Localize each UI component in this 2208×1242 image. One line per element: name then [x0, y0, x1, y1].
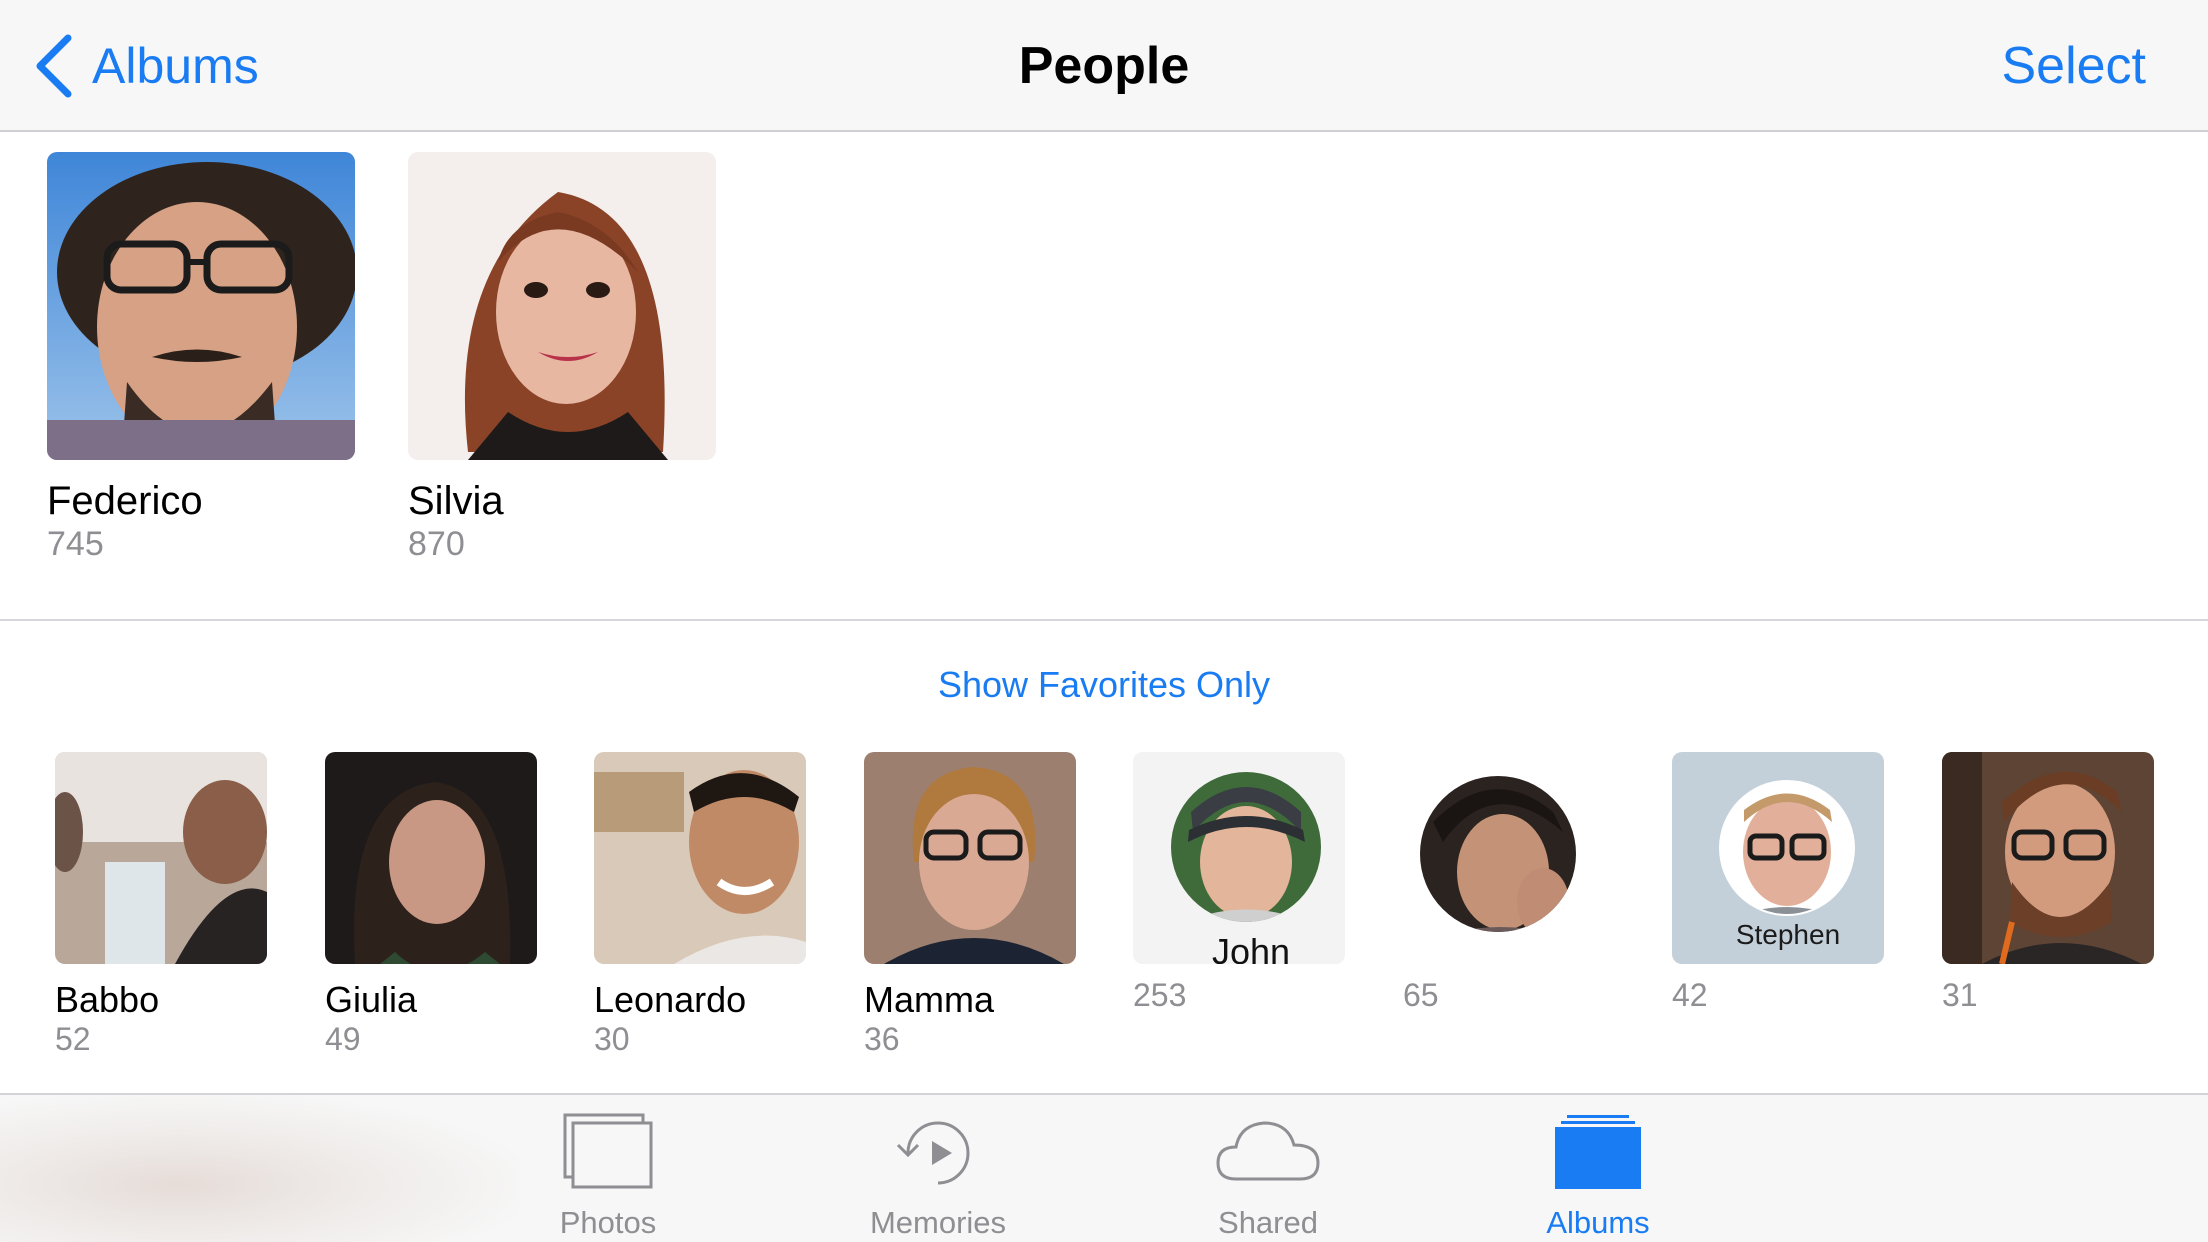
person-name: Mamma [864, 979, 995, 1020]
favorite-person-card[interactable]: Silvia 870 [408, 152, 716, 564]
photo-text-john: John [1212, 931, 1290, 964]
memories-icon [896, 1121, 970, 1185]
photo-count: 745 [47, 525, 104, 563]
albums-icon [1555, 1115, 1641, 1189]
person-card[interactable]: Mamma 36 [864, 752, 1076, 1058]
photo-count: 30 [594, 1021, 630, 1057]
photo-count: 42 [1672, 977, 1708, 1013]
background-blur [0, 1095, 520, 1242]
person-photo [47, 152, 355, 460]
person-photo [1942, 752, 2154, 964]
show-favorites-only-button[interactable]: Show Favorites Only [938, 664, 1270, 705]
tab-photos[interactable]: Photos [498, 1095, 718, 1242]
photo-count: 65 [1403, 977, 1439, 1013]
person-name: Leonardo [594, 979, 747, 1020]
shared-cloud-icon [1216, 1121, 1320, 1181]
photo-count: 36 [864, 1021, 900, 1057]
photos-icon [563, 1113, 653, 1189]
chevron-left-icon [36, 34, 72, 98]
person-name: Babbo [55, 979, 160, 1020]
photo-count: 870 [408, 525, 465, 563]
tab-albums[interactable]: Albums [1488, 1095, 1708, 1242]
photo-text-stephen: Stephen [1736, 919, 1840, 950]
person-photo [864, 752, 1076, 964]
person-card[interactable]: John 253 [1133, 752, 1345, 1014]
select-button[interactable]: Select [2001, 36, 2146, 96]
tab-shared[interactable]: Shared [1158, 1095, 1378, 1242]
back-button-label: Albums [92, 38, 259, 94]
photo-count: 31 [1942, 977, 1978, 1013]
person-card[interactable]: Stephen 42 [1672, 752, 1884, 1014]
person-photo: John [1133, 752, 1345, 964]
back-button[interactable]: Albums [34, 30, 259, 102]
tab-bar: Photos Memories Shared Albums [0, 1093, 2208, 1242]
tab-label: Shared [1218, 1205, 1318, 1240]
person-card[interactable]: Leonardo 30 [594, 752, 806, 1058]
show-favorites-only-link-row: Show Favorites Only [0, 664, 2208, 706]
person-name: Giulia [325, 979, 418, 1020]
person-card[interactable]: Babbo 52 [55, 752, 267, 1058]
person-photo: Stephen [1672, 752, 1884, 964]
person-name: Silvia [408, 479, 504, 523]
photo-count: 253 [1133, 977, 1187, 1013]
page-title: People [1018, 37, 1190, 95]
photo-count: 52 [55, 1021, 91, 1057]
person-photo [325, 752, 537, 964]
person-card[interactable]: 31 [1942, 752, 2154, 1014]
person-name: Federico [47, 479, 203, 523]
person-photo [1403, 752, 1615, 964]
tab-label: Albums [1546, 1205, 1650, 1240]
navigation-bar: Albums People Select [0, 0, 2208, 132]
person-photo [594, 752, 806, 964]
favorite-person-card[interactable]: Federico 745 [47, 152, 355, 564]
photo-count: 49 [325, 1021, 361, 1057]
tab-memories[interactable]: Memories [828, 1095, 1048, 1242]
person-card[interactable]: Giulia 49 [325, 752, 537, 1058]
section-divider [0, 619, 2208, 621]
person-card[interactable]: 65 [1403, 752, 1615, 1014]
person-photo [408, 152, 716, 460]
tab-label: Memories [869, 1205, 1007, 1240]
person-photo [55, 752, 267, 964]
tab-label: Photos [559, 1205, 657, 1240]
